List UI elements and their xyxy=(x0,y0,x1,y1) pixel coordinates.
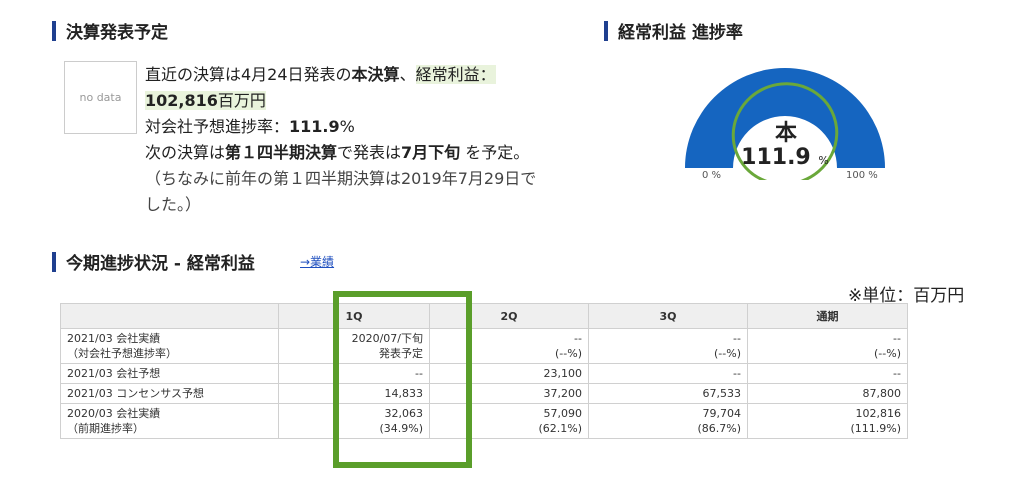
ann-bold: 第１四半期決算 xyxy=(225,143,338,162)
heading-bar xyxy=(604,20,608,41)
table-row: 2021/03 会社実績 （対会社予想進捗率） 2020/07/下旬 発表予定 -- (-… xyxy=(60,328,908,364)
heading-bar xyxy=(52,20,56,41)
table-cell: 67,533 xyxy=(588,383,748,404)
gauge-max-label: 100 % xyxy=(846,170,878,181)
row-label: 2020/03 会社実績 （前期進捗率） xyxy=(60,403,279,439)
highlight-box xyxy=(333,291,472,468)
table-header-row: 1Q 2Q 3Q 通期 xyxy=(60,303,908,329)
status-title: 今期進捗状況 - 経常利益 xyxy=(66,254,255,274)
ann-text: 対会社予想進捗率： xyxy=(145,117,290,136)
table-cell: -- xyxy=(747,363,908,384)
table-cell: -- (--%) xyxy=(747,328,908,364)
performance-link[interactable]: →業績 xyxy=(300,253,334,270)
table-cell: -- xyxy=(588,363,748,384)
status-heading: 今期進捗状況 - 経常利益 xyxy=(52,249,255,274)
gauge-number: 111.9 xyxy=(741,145,811,170)
kessan-title: 決算発表予定 xyxy=(66,23,168,43)
progress-heading: 経常利益 進捗率 xyxy=(604,18,743,43)
table-header: 通期 xyxy=(747,303,908,329)
table-cell: 87,800 xyxy=(747,383,908,404)
table-row: 2020/03 会社実績 （前期進捗率） 32,063 (34.9%) 57,090 (6… xyxy=(60,403,908,439)
company-logo-placeholder: no data xyxy=(64,61,137,134)
table-header: 3Q xyxy=(588,303,748,329)
ann-note: （ちなみに前年の第１四半期決算は2019年7月29日でした。） xyxy=(145,169,537,214)
ann-text: 直近の決算は4月24日発表の xyxy=(145,65,352,84)
gauge-value: 111.9 % xyxy=(740,145,830,170)
ann-bold: 7月下旬 xyxy=(401,143,461,162)
announcement-text: 直近の決算は4月24日発表の本決算、経常利益：102,816百万円 対会社予想進… xyxy=(145,62,540,218)
ann-text: で発表は xyxy=(337,143,402,162)
table-header xyxy=(60,303,279,329)
table-row: 2021/03 コンセンサス予想 14,833 37,200 67,533 87,800 xyxy=(60,383,908,404)
gauge-label: 本 xyxy=(775,121,798,146)
ann-text: % xyxy=(339,117,355,136)
ann-text: 、 xyxy=(399,65,416,84)
progress-table: 1Q 2Q 3Q 通期 2021/03 会社実績 （対会社予想進捗率） 2020/0… xyxy=(60,303,908,439)
ann-bold: 111.9 xyxy=(289,117,340,136)
table-cell: 102,816 (111.9%) xyxy=(747,403,908,439)
table-row: 2021/03 会社予想 -- 23,100 -- -- xyxy=(60,363,908,384)
gauge-min-label: 0 % xyxy=(702,170,722,181)
heading-bar xyxy=(52,251,56,272)
row-label: 2021/03 会社予想 xyxy=(60,363,279,384)
table-cell: -- (--%) xyxy=(588,328,748,364)
row-label: 2021/03 コンセンサス予想 xyxy=(60,383,279,404)
progress-title: 経常利益 進捗率 xyxy=(618,23,743,43)
row-label: 2021/03 会社実績 （対会社予想進捗率） xyxy=(60,328,279,364)
ann-text: を予定。 xyxy=(460,143,530,162)
gauge-pct: % xyxy=(818,154,829,167)
kessan-heading: 決算発表予定 xyxy=(52,18,168,43)
ann-text: 次の決算は xyxy=(145,143,226,162)
table-cell: 79,704 (86.7%) xyxy=(588,403,748,439)
ann-bold: 本決算 xyxy=(351,65,400,84)
